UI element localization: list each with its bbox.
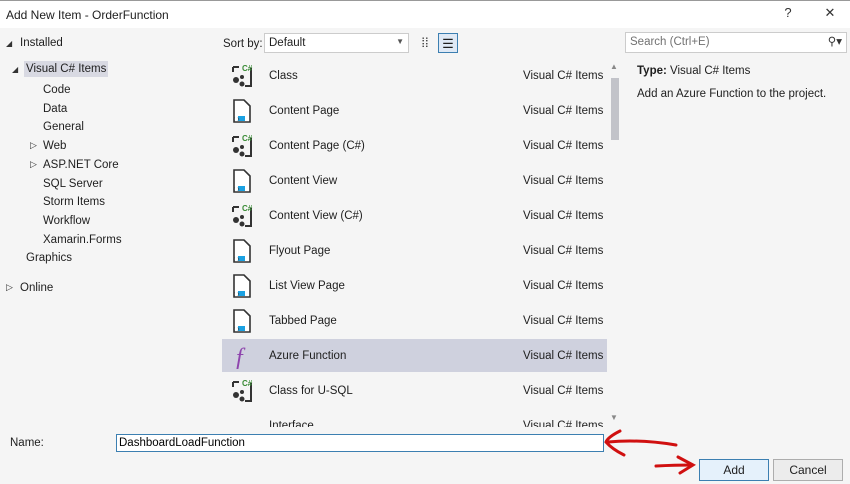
list-item[interactable]: ‹ › Flyout Page Visual C# Items bbox=[222, 234, 607, 267]
item-category: Visual C# Items bbox=[523, 105, 604, 117]
annotation-arrow-right bbox=[654, 463, 694, 468]
add-button[interactable]: Add bbox=[699, 459, 769, 481]
item-category: Visual C# Items bbox=[523, 280, 604, 292]
tree-visual-cs-items[interactable]: ◢ Visual C# Items bbox=[12, 61, 109, 77]
list-item[interactable]: C# Content View (C#) Visual C# Items bbox=[222, 199, 607, 232]
item-name: Flyout Page bbox=[269, 245, 331, 257]
item-name: List View Page bbox=[269, 280, 345, 292]
name-input[interactable] bbox=[116, 434, 604, 452]
class-icon: C# bbox=[230, 378, 254, 404]
sort-dropdown[interactable]: Default ▼ bbox=[264, 33, 409, 53]
tree-item-data[interactable]: Data bbox=[30, 103, 67, 115]
list-item[interactable]: ‹ › Content View Visual C# Items bbox=[222, 164, 607, 197]
item-category: Visual C# Items bbox=[523, 210, 604, 222]
page-icon: ‹ › bbox=[230, 98, 254, 124]
annotation-arrows bbox=[604, 429, 697, 475]
item-name: Content View bbox=[269, 175, 338, 187]
item-name: Content Page (C#) bbox=[269, 140, 365, 152]
search-icon: ⚲▾ bbox=[827, 36, 842, 48]
item-name: Content View (C#) bbox=[269, 210, 363, 222]
scrollbar-thumb[interactable] bbox=[611, 78, 619, 140]
tree-installed[interactable]: ◢ Installed bbox=[6, 37, 63, 49]
item-category: Visual C# Items bbox=[523, 315, 604, 327]
item-category: Visual C# Items bbox=[523, 420, 604, 427]
page-icon: ‹ › bbox=[230, 273, 254, 299]
tree-item-storm-items[interactable]: Storm Items bbox=[30, 196, 105, 208]
details-type: Type: Visual C# Items bbox=[637, 65, 751, 77]
scroll-down-icon[interactable]: ▼ bbox=[610, 413, 618, 422]
function-icon: f bbox=[230, 343, 254, 371]
item-name: Class bbox=[269, 70, 298, 82]
item-name: Content Page bbox=[269, 105, 340, 117]
svg-text:‹ ›: ‹ › bbox=[233, 291, 240, 298]
template-list: C# Class Visual C# Items ‹ › Content Page Vis… bbox=[222, 59, 607, 427]
tree-item-workflow[interactable]: Workflow bbox=[30, 215, 90, 227]
list-item[interactable]: ‹ › List View Page Visual C# Items bbox=[222, 269, 607, 302]
item-category: Visual C# Items bbox=[523, 140, 604, 152]
list-item[interactable]: ‹ › Content Page Visual C# Items bbox=[222, 94, 607, 127]
item-category: Visual C# Items bbox=[523, 385, 604, 397]
class-icon: C# bbox=[230, 133, 254, 159]
class-icon: C# bbox=[230, 63, 254, 89]
item-name: Class for U-SQL bbox=[269, 385, 353, 397]
item-name: Tabbed Page bbox=[269, 315, 337, 327]
close-button[interactable]: ✕ bbox=[820, 5, 840, 21]
small-icons-view-button[interactable]: ⁞⁞ bbox=[415, 33, 435, 53]
sort-label: Sort by: bbox=[223, 38, 263, 50]
class-icon: C# bbox=[230, 203, 254, 229]
details-description: Add an Azure Function to the project. bbox=[637, 88, 827, 100]
page-icon: ‹ › bbox=[230, 168, 254, 194]
chevron-down-icon: ▼ bbox=[396, 37, 404, 46]
svg-text:‹ ›: ‹ › bbox=[233, 186, 240, 193]
list-item[interactable]: ‹ › Tabbed Page Visual C# Items bbox=[222, 304, 607, 337]
list-item[interactable]: C# Content Page (C#) Visual C# Items bbox=[222, 129, 607, 162]
tree-item-xamarin-forms[interactable]: Xamarin.Forms bbox=[30, 234, 122, 246]
list-item[interactable]: C# Class for U-SQL Visual C# Items bbox=[222, 374, 607, 407]
annotation-arrow-left bbox=[606, 439, 678, 447]
expanded-arrow-icon: ◢ bbox=[6, 39, 13, 48]
collapsed-arrow-icon: ▷ bbox=[30, 140, 37, 151]
list-item[interactable]: Interface Visual C# Items bbox=[222, 409, 607, 427]
svg-text:‹ ›: ‹ › bbox=[233, 116, 240, 123]
list-item[interactable]: C# Class Visual C# Items bbox=[222, 59, 607, 92]
page-icon: ‹ › bbox=[230, 308, 254, 334]
scroll-up-icon[interactable]: ▲ bbox=[610, 62, 618, 71]
tree-online[interactable]: ▷ Online bbox=[6, 282, 53, 294]
list-view-button[interactable]: ☰ bbox=[438, 33, 458, 53]
tree-item-web[interactable]: ▷ Web bbox=[30, 140, 66, 152]
svg-text:‹ ›: ‹ › bbox=[233, 326, 240, 333]
help-button[interactable]: ? bbox=[778, 5, 798, 20]
item-category: Visual C# Items bbox=[523, 350, 604, 362]
item-name: Azure Function bbox=[269, 350, 347, 362]
title-bar: Add New Item - OrderFunction ? ✕ bbox=[0, 0, 850, 28]
svg-text:C#: C# bbox=[242, 64, 253, 73]
name-label: Name: bbox=[10, 437, 44, 449]
tree-item-general[interactable]: General bbox=[30, 121, 84, 133]
svg-text:C#: C# bbox=[242, 134, 253, 143]
item-name: Interface bbox=[269, 420, 314, 427]
tree-item-asp-net-core[interactable]: ▷ ASP.NET Core bbox=[30, 159, 119, 171]
search-input[interactable]: Search (Ctrl+E) ⚲▾ bbox=[625, 32, 847, 53]
interface-icon bbox=[230, 413, 254, 427]
svg-text:C#: C# bbox=[242, 379, 253, 388]
collapsed-arrow-icon: ▷ bbox=[6, 282, 13, 292]
item-category: Visual C# Items bbox=[523, 245, 604, 257]
collapsed-arrow-icon: ▷ bbox=[30, 158, 37, 169]
list-item[interactable]: f Azure Function Visual C# Items bbox=[222, 339, 607, 372]
window-title: Add New Item - OrderFunction bbox=[6, 8, 169, 22]
expanded-arrow-icon: ◢ bbox=[12, 65, 19, 74]
page-icon: ‹ › bbox=[230, 238, 254, 264]
svg-text:C#: C# bbox=[242, 204, 253, 213]
item-category: Visual C# Items bbox=[523, 175, 604, 187]
tree-item-sql-server[interactable]: SQL Server bbox=[30, 178, 103, 190]
tree-item-code[interactable]: Code bbox=[30, 84, 71, 96]
item-category: Visual C# Items bbox=[523, 70, 604, 82]
svg-text:‹ ›: ‹ › bbox=[233, 256, 240, 263]
cancel-button[interactable]: Cancel bbox=[773, 459, 843, 481]
svg-text:f: f bbox=[236, 345, 246, 369]
tree-graphics[interactable]: Graphics bbox=[26, 252, 72, 264]
